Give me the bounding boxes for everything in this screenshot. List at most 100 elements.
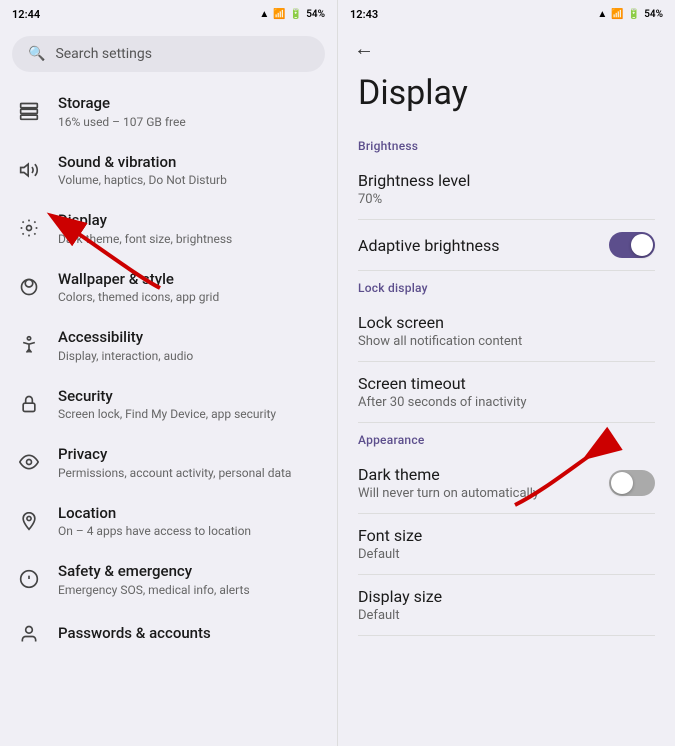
right-time: 12:43 <box>350 8 378 21</box>
left-status-icons: ▲ 📶 🔋 54% <box>259 9 325 20</box>
settings-list: Storage16% used – 107 GB free Sound & vib… <box>0 82 337 746</box>
display-title: Display <box>58 211 321 231</box>
divider <box>358 635 655 636</box>
display-item-text-adaptive-brightness: Adaptive brightness <box>358 236 500 255</box>
display-content: Brightness Brightness level 70% Adaptive br… <box>338 129 675 746</box>
toggle-knob-adaptive-brightness <box>631 234 653 256</box>
display-item-text-display-size: Display size Default <box>358 587 442 623</box>
settings-item-privacy[interactable]: PrivacyPermissions, account activity, pe… <box>0 433 337 492</box>
battery-icon: 🔋 <box>290 9 302 20</box>
wallpaper-subtitle: Colors, themed icons, app grid <box>58 290 321 304</box>
settings-item-location[interactable]: LocationOn – 4 apps have access to locat… <box>0 492 337 551</box>
display-item-screen-timeout[interactable]: Screen timeoutAfter 30 seconds of inacti… <box>358 362 655 422</box>
wifi-icon: ▲ <box>259 9 269 20</box>
right-battery-icon: 🔋 <box>628 9 640 20</box>
right-status-bar: 12:43 ▲ 📶 🔋 54% <box>338 0 675 28</box>
display-item-row-lock-screen: Lock screen Show all notification content <box>358 313 655 349</box>
display-text: DisplayDark theme, font size, brightness <box>58 211 321 246</box>
wallpaper-text: Wallpaper & styleColors, themed icons, a… <box>58 270 321 305</box>
left-panel: 12:44 ▲ 📶 🔋 54% 🔍 Search settings Storag… <box>0 0 338 746</box>
display-item-row-display-size: Display size Default <box>358 587 655 623</box>
search-bar[interactable]: 🔍 Search settings <box>12 36 325 72</box>
display-item-row-screen-timeout: Screen timeoutAfter 30 seconds of inacti… <box>358 374 655 410</box>
display-item-title-font-size: Font size <box>358 526 422 545</box>
security-title: Security <box>58 387 321 407</box>
security-icon <box>16 391 42 417</box>
display-item-title-brightness-level: Brightness level <box>358 171 470 190</box>
toggle-dark-theme[interactable] <box>609 470 655 496</box>
security-subtitle: Screen lock, Find My Device, app securit… <box>58 407 321 421</box>
display-item-subtitle-dark-theme: Will never turn on automatically <box>358 486 539 501</box>
settings-item-sound[interactable]: Sound & vibrationVolume, haptics, Do Not… <box>0 141 337 200</box>
display-item-dark-theme[interactable]: Dark themeWill never turn on automatical… <box>358 453 655 513</box>
signal-icon: 📶 <box>273 9 285 20</box>
sound-title: Sound & vibration <box>58 153 321 173</box>
right-wifi-icon: ▲ <box>597 9 607 20</box>
display-item-row-adaptive-brightness: Adaptive brightness <box>358 232 655 258</box>
display-item-row-dark-theme: Dark themeWill never turn on automatical… <box>358 465 655 501</box>
section-label-brightness: Brightness <box>358 129 655 159</box>
privacy-subtitle: Permissions, account activity, personal … <box>58 466 321 480</box>
display-item-adaptive-brightness[interactable]: Adaptive brightness <box>358 220 655 270</box>
storage-text: Storage16% used – 107 GB free <box>58 94 321 129</box>
display-item-row-font-size: Font size Default <box>358 526 655 562</box>
section-label-appearance: Appearance <box>358 423 655 453</box>
display-item-subtitle-lock-screen: Show all notification content <box>358 334 522 349</box>
display-item-text-dark-theme: Dark themeWill never turn on automatical… <box>358 465 539 501</box>
display-icon <box>16 215 42 241</box>
display-item-lock-screen[interactable]: Lock screen Show all notification content <box>358 301 655 361</box>
display-item-font-size[interactable]: Font size Default <box>358 514 655 574</box>
privacy-title: Privacy <box>58 445 321 465</box>
settings-item-wallpaper[interactable]: Wallpaper & styleColors, themed icons, a… <box>0 258 337 317</box>
settings-item-accessibility[interactable]: AccessibilityDisplay, interaction, audio <box>0 316 337 375</box>
display-subtitle: Dark theme, font size, brightness <box>58 232 321 246</box>
display-item-subtitle-display-size: Default <box>358 608 442 623</box>
display-item-text-lock-screen: Lock screen Show all notification content <box>358 313 522 349</box>
display-item-subtitle-screen-timeout: After 30 seconds of inactivity <box>358 395 527 410</box>
back-button[interactable]: ← <box>338 28 675 65</box>
section-label-lock-display: Lock display <box>358 271 655 301</box>
search-placeholder: Search settings <box>55 46 152 62</box>
display-item-subtitle-brightness-level: 70% <box>358 192 470 207</box>
right-battery-percent: 54% <box>644 9 663 20</box>
display-item-subtitle-font-size: Default <box>358 547 422 562</box>
display-item-title-lock-screen: Lock screen <box>358 313 522 332</box>
display-item-title-adaptive-brightness: Adaptive brightness <box>358 236 500 255</box>
storage-title: Storage <box>58 94 321 114</box>
display-item-title-display-size: Display size <box>358 587 442 606</box>
storage-subtitle: 16% used – 107 GB free <box>58 115 321 129</box>
passwords-text: Passwords & accounts <box>58 624 321 644</box>
accessibility-icon <box>16 332 42 358</box>
left-time: 12:44 <box>12 8 40 21</box>
left-status-bar: 12:44 ▲ 📶 🔋 54% <box>0 0 337 28</box>
security-text: SecurityScreen lock, Find My Device, app… <box>58 387 321 422</box>
location-text: LocationOn – 4 apps have access to locat… <box>58 504 321 539</box>
settings-item-storage[interactable]: Storage16% used – 107 GB free <box>0 82 337 141</box>
location-subtitle: On – 4 apps have access to location <box>58 524 321 538</box>
settings-item-display[interactable]: DisplayDark theme, font size, brightness <box>0 199 337 258</box>
page-title: Display <box>338 65 675 129</box>
settings-item-safety[interactable]: Safety & emergencyEmergency SOS, medical… <box>0 550 337 609</box>
sound-subtitle: Volume, haptics, Do Not Disturb <box>58 173 321 187</box>
safety-title: Safety & emergency <box>58 562 321 582</box>
accessibility-text: AccessibilityDisplay, interaction, audio <box>58 328 321 363</box>
safety-icon <box>16 566 42 592</box>
wallpaper-title: Wallpaper & style <box>58 270 321 290</box>
display-item-text-brightness-level: Brightness level 70% <box>358 171 470 207</box>
display-item-text-font-size: Font size Default <box>358 526 422 562</box>
accessibility-subtitle: Display, interaction, audio <box>58 349 321 363</box>
display-item-brightness-level[interactable]: Brightness level 70% <box>358 159 655 219</box>
settings-item-security[interactable]: SecurityScreen lock, Find My Device, app… <box>0 375 337 434</box>
toggle-knob-dark-theme <box>611 472 633 494</box>
storage-icon <box>16 98 42 124</box>
settings-item-passwords[interactable]: Passwords & accounts <box>0 609 337 659</box>
location-title: Location <box>58 504 321 524</box>
safety-text: Safety & emergencyEmergency SOS, medical… <box>58 562 321 597</box>
search-icon: 🔍 <box>28 46 45 62</box>
toggle-adaptive-brightness[interactable] <box>609 232 655 258</box>
passwords-icon <box>16 621 42 647</box>
passwords-title: Passwords & accounts <box>58 624 321 644</box>
display-item-display-size[interactable]: Display size Default <box>358 575 655 635</box>
wallpaper-icon <box>16 274 42 300</box>
sound-icon <box>16 157 42 183</box>
